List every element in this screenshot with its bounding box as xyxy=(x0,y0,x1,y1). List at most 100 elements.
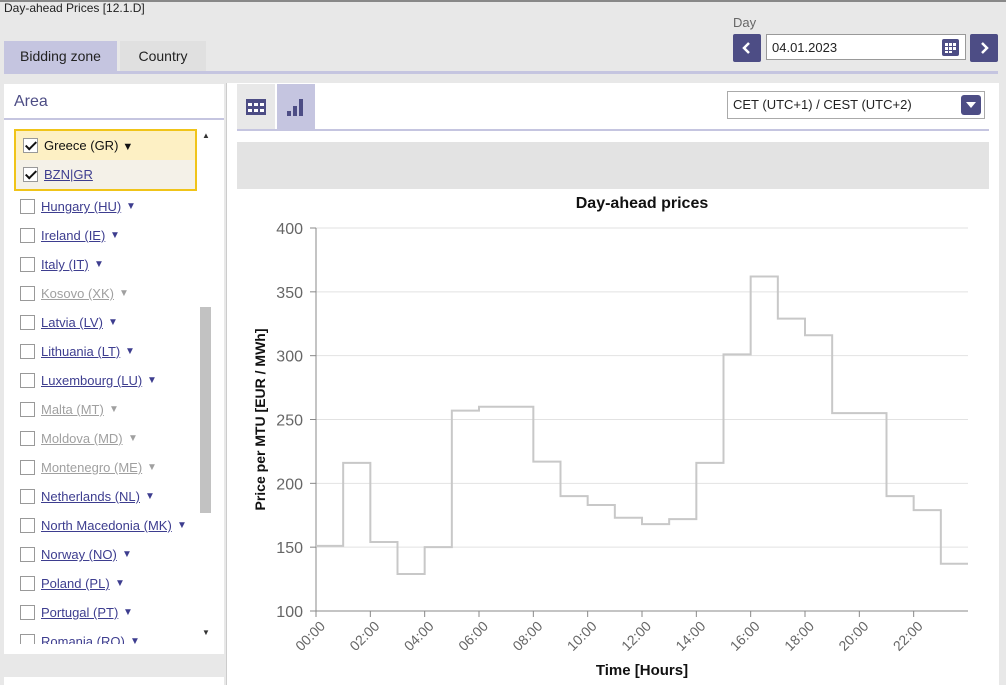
top-border xyxy=(0,0,1006,2)
y-tick-label: 350 xyxy=(276,285,303,302)
caret-down-icon[interactable]: ▼ xyxy=(126,201,136,212)
area-item-label[interactable]: Norway (NO) xyxy=(41,547,117,562)
area-item-checkbox[interactable] xyxy=(20,286,35,301)
x-tick-label: 02:00 xyxy=(346,618,382,654)
caret-down-icon[interactable]: ▼ xyxy=(128,433,138,444)
price-series-line xyxy=(316,275,968,575)
area-item-label[interactable]: Italy (IT) xyxy=(41,257,89,272)
y-axis-label: Price per MTU [EUR / MWh] xyxy=(252,328,268,510)
scrollbar-thumb[interactable] xyxy=(200,307,211,513)
bar-chart-icon xyxy=(287,98,303,116)
timezone-select[interactable]: CET (UTC+1) / CEST (UTC+2) xyxy=(727,91,985,119)
area-item-label[interactable]: Portugal (PT) xyxy=(41,605,118,620)
data-point xyxy=(328,544,332,548)
area-panel: Area Greece (GR) ▼ BZN|GR Hungary (HU) ▼ Ir… xyxy=(4,84,224,654)
data-point xyxy=(518,405,522,409)
x-tick-label: 04:00 xyxy=(401,618,437,654)
chart-view-button[interactable] xyxy=(277,84,315,129)
area-item-checkbox[interactable] xyxy=(20,431,35,446)
area-item-label[interactable]: Hungary (HU) xyxy=(41,199,121,214)
area-item-label[interactable]: Latvia (LV) xyxy=(41,315,103,330)
area-item-checkbox[interactable] xyxy=(20,373,35,388)
x-tick-label: 20:00 xyxy=(835,618,871,654)
timezone-dropdown-icon[interactable] xyxy=(961,95,981,115)
previous-day-button[interactable] xyxy=(733,34,761,62)
area-item-checkbox[interactable] xyxy=(20,199,35,214)
x-tick-label: 00:00 xyxy=(292,618,328,654)
area-item-label[interactable]: Malta (MT) xyxy=(41,402,104,417)
caret-down-icon[interactable]: ▼ xyxy=(108,317,118,328)
y-tick-label: 100 xyxy=(276,604,303,621)
area-item-checkbox[interactable] xyxy=(20,518,35,533)
page-title: Day-ahead Prices [12.1.D] xyxy=(4,1,145,15)
area-item-label[interactable]: Luxembourg (LU) xyxy=(41,373,142,388)
tab-country[interactable]: Country xyxy=(120,41,206,71)
area-item-label[interactable]: Moldova (MD) xyxy=(41,431,123,446)
area-item-checkbox[interactable] xyxy=(20,489,35,504)
calendar-icon[interactable] xyxy=(942,39,959,56)
data-point xyxy=(789,317,793,321)
table-view-button[interactable] xyxy=(237,84,275,129)
area-item-checkbox[interactable] xyxy=(20,576,35,591)
caret-down-icon[interactable]: ▼ xyxy=(147,375,157,386)
scroll-down-arrow-icon[interactable]: ▼ xyxy=(200,628,212,637)
caret-down-icon[interactable]: ▼ xyxy=(119,288,129,299)
data-point xyxy=(925,508,929,512)
day-ahead-prices-chart: Day-ahead prices 100 150 200 250 300 350 400 00:… xyxy=(252,195,968,679)
x-tick-label: 10:00 xyxy=(564,618,600,654)
area-item-label[interactable]: Lithuania (LT) xyxy=(41,344,120,359)
area-item-checkbox[interactable] xyxy=(20,402,35,417)
caret-down-icon[interactable]: ▼ xyxy=(177,520,187,531)
area-item-label[interactable]: Romania (RO) xyxy=(41,634,125,644)
area-item-label[interactable]: North Macedonia (MK) xyxy=(41,518,172,533)
day-date-input[interactable]: 04.01.2023 xyxy=(766,34,966,60)
next-day-button[interactable] xyxy=(970,34,998,62)
data-point xyxy=(871,411,875,415)
data-point xyxy=(355,461,359,465)
chart-header-band xyxy=(237,142,989,189)
data-point xyxy=(491,405,495,409)
area-item-label[interactable]: Kosovo (XK) xyxy=(41,286,114,301)
caret-down-icon[interactable]: ▼ xyxy=(125,346,135,357)
data-point xyxy=(681,517,685,521)
caret-down-icon[interactable]: ▼ xyxy=(147,462,157,473)
caret-down-icon[interactable]: ▼ xyxy=(122,549,132,560)
left-panel-footer xyxy=(4,677,224,685)
area-item-checkbox[interactable] xyxy=(20,460,35,475)
area-item-checkbox[interactable] xyxy=(20,344,35,359)
area-item-checkbox[interactable] xyxy=(20,547,35,562)
y-tick-label: 250 xyxy=(276,413,303,430)
toolbar-underline xyxy=(237,129,989,131)
chevron-left-icon xyxy=(742,42,750,54)
caret-down-icon[interactable]: ▼ xyxy=(130,636,140,644)
area-item-label[interactable]: Netherlands (NL) xyxy=(41,489,140,504)
caret-down-icon[interactable]: ▼ xyxy=(145,491,155,502)
data-point xyxy=(654,522,658,526)
tabs-underline xyxy=(4,71,998,74)
x-tick-label: 12:00 xyxy=(618,618,654,654)
area-item-checkbox[interactable] xyxy=(20,228,35,243)
area-item-checkbox[interactable] xyxy=(20,257,35,272)
area-item-checkbox[interactable] xyxy=(20,315,35,330)
caret-down-icon[interactable]: ▼ xyxy=(115,578,125,589)
area-item-checkbox[interactable] xyxy=(20,634,35,644)
caret-down-icon[interactable]: ▼ xyxy=(109,404,119,415)
chart-title: Day-ahead prices xyxy=(576,195,709,212)
data-point xyxy=(463,409,467,413)
caret-down-icon[interactable]: ▼ xyxy=(110,230,120,241)
x-tick-label: 08:00 xyxy=(509,618,545,654)
area-item-label[interactable]: Montenegro (ME) xyxy=(41,460,142,475)
data-point xyxy=(817,333,821,337)
data-point xyxy=(409,572,413,576)
tab-bidding-zone[interactable]: Bidding zone xyxy=(4,41,117,71)
data-point xyxy=(599,503,603,507)
caret-down-icon[interactable]: ▼ xyxy=(123,607,133,618)
scroll-up-arrow-icon[interactable]: ▲ xyxy=(200,131,212,140)
area-item-label[interactable]: Ireland (IE) xyxy=(41,228,105,243)
caret-down-icon[interactable]: ▼ xyxy=(94,259,104,270)
timezone-value: CET (UTC+1) / CEST (UTC+2) xyxy=(733,97,912,112)
y-tick-label: 150 xyxy=(276,540,303,557)
area-item-checkbox[interactable] xyxy=(20,605,35,620)
area-item-label[interactable]: Poland (PL) xyxy=(41,576,110,591)
data-point xyxy=(626,516,630,520)
